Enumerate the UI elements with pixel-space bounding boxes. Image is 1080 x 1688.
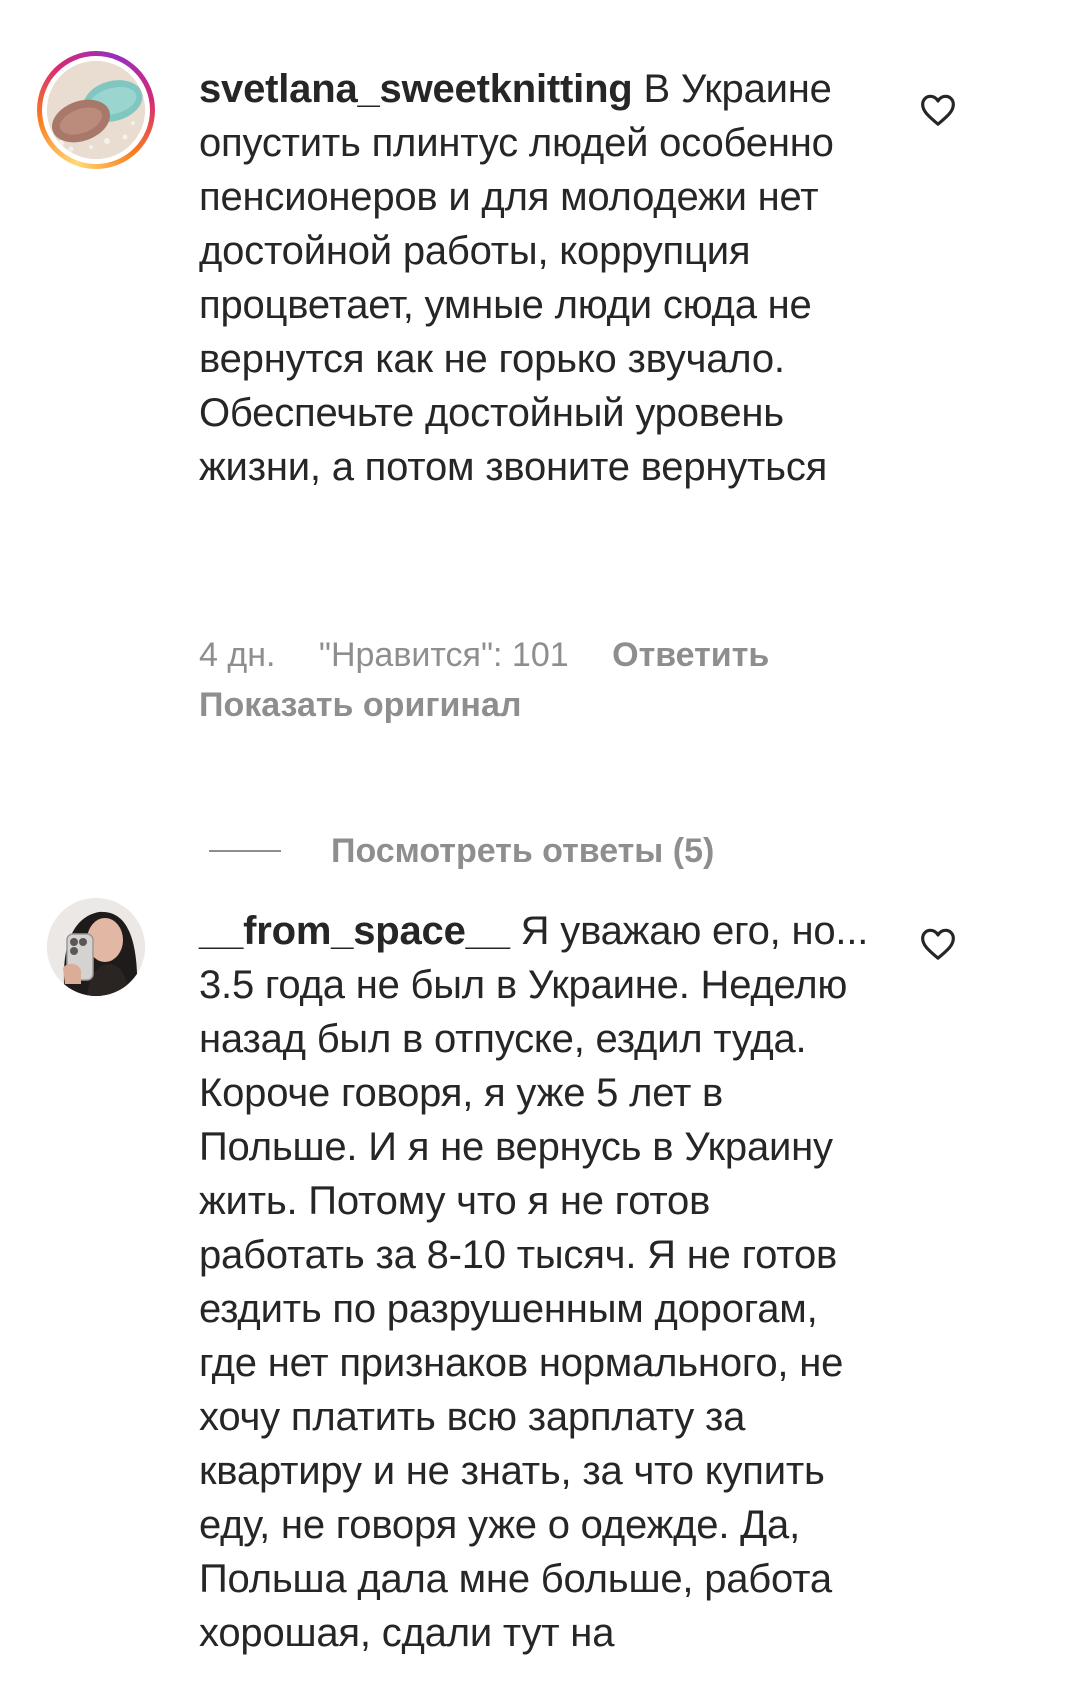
avatar-ring-gap bbox=[42, 56, 150, 164]
avatar[interactable] bbox=[47, 898, 145, 996]
comment-body: svetlana_sweetknitting В Украине опустит… bbox=[199, 50, 879, 494]
comment-like-count[interactable]: "Нравится": 101 bbox=[319, 636, 569, 674]
comment-body: __from_space__ Я уважаю его, но... 3.5 г… bbox=[199, 892, 879, 1660]
view-replies-label: Посмотреть ответы (5) bbox=[331, 831, 715, 870]
show-original-button[interactable]: Показать оригинал bbox=[199, 680, 521, 730]
comment-username[interactable]: svetlana_sweetknitting bbox=[199, 67, 633, 111]
knitted-hats-avatar-icon bbox=[47, 61, 145, 159]
comment-meta: 4 дн. "Нравится": 101 Ответить bbox=[199, 630, 769, 680]
comment-age: 4 дн. bbox=[199, 636, 276, 674]
comment-text: svetlana_sweetknitting В Украине опустит… bbox=[199, 50, 879, 494]
comment-message: В Украине опустить плинтус людей особенн… bbox=[199, 67, 834, 489]
avatar-story-ring[interactable] bbox=[37, 51, 155, 169]
heart-outline-icon[interactable] bbox=[918, 90, 958, 130]
comment-username[interactable]: __from_space__ bbox=[199, 909, 510, 953]
comment-message: Я уважаю его, но... 3.5 года не был в Ук… bbox=[199, 909, 869, 1655]
replies-divider-line bbox=[209, 850, 281, 852]
reply-button[interactable]: Ответить bbox=[612, 636, 769, 674]
comment-text: __from_space__ Я уважаю его, но... 3.5 г… bbox=[199, 892, 879, 1660]
selfie-avatar-icon bbox=[47, 898, 145, 996]
view-replies-button[interactable]: Посмотреть ответы (5) bbox=[209, 826, 714, 876]
avatar bbox=[47, 61, 145, 159]
heart-outline-icon[interactable] bbox=[918, 924, 958, 964]
